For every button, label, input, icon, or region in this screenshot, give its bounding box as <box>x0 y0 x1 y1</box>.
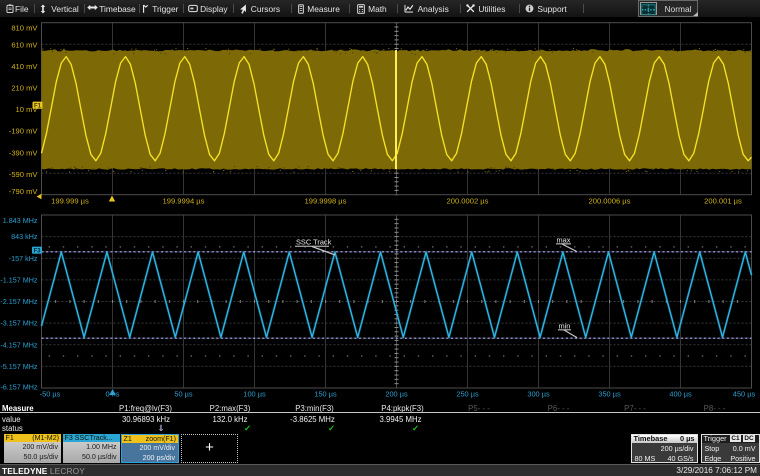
svg-text:-50 µs: -50 µs <box>40 389 61 398</box>
svg-text:-4.157 MHz: -4.157 MHz <box>0 340 38 349</box>
svg-text:-6.157 MHz: -6.157 MHz <box>0 383 38 392</box>
svg-text:350 µs: 350 µs <box>598 389 621 398</box>
svg-text:100 µs: 100 µs <box>243 389 266 398</box>
svg-text:199.9994 µs: 199.9994 µs <box>163 196 205 205</box>
svg-text:-157 kHz: -157 kHz <box>9 254 38 263</box>
svg-text:-5.157 MHz: -5.157 MHz <box>0 362 38 371</box>
svg-text:-1.157 MHz: -1.157 MHz <box>0 276 38 285</box>
svg-text:SSC Track: SSC Track <box>296 237 332 246</box>
svg-text:610 mV: 610 mV <box>11 41 38 50</box>
svg-text:F1: F1 <box>34 103 42 109</box>
svg-text:200.0006 µs: 200.0006 µs <box>589 196 631 205</box>
svg-text:200 µs: 200 µs <box>385 389 408 398</box>
svg-text:min: min <box>559 321 571 330</box>
svg-text:1.843 MHz: 1.843 MHz <box>3 216 38 225</box>
svg-text:843 kHz: 843 kHz <box>11 232 38 241</box>
svg-text:199.9998 µs: 199.9998 µs <box>305 196 347 205</box>
svg-text:199.999 µs: 199.999 µs <box>51 196 89 205</box>
svg-text:-2.157 MHz: -2.157 MHz <box>0 297 38 306</box>
svg-text:max: max <box>557 235 571 244</box>
svg-text:-190 mV: -190 mV <box>9 127 39 136</box>
svg-text:300 µs: 300 µs <box>527 389 550 398</box>
svg-text:F3: F3 <box>33 248 41 254</box>
svg-text:250 µs: 250 µs <box>456 389 479 398</box>
svg-text:200.001 µs: 200.001 µs <box>704 196 742 205</box>
svg-text:-590 mV: -590 mV <box>9 170 39 179</box>
svg-text:400 µs: 400 µs <box>669 389 692 398</box>
svg-text:-3.157 MHz: -3.157 MHz <box>0 319 38 328</box>
svg-text:-390 mV: -390 mV <box>9 148 39 157</box>
svg-text:50 µs: 50 µs <box>174 389 193 398</box>
svg-text:210 mV: 210 mV <box>11 84 38 93</box>
svg-text:450 µs: 450 µs <box>733 389 756 398</box>
svg-text:410 mV: 410 mV <box>11 62 38 71</box>
svg-text:200.0002 µs: 200.0002 µs <box>447 196 489 205</box>
svg-text:150 µs: 150 µs <box>314 389 337 398</box>
svg-text:-790 mV: -790 mV <box>9 187 39 196</box>
svg-text:810 mV: 810 mV <box>11 24 38 33</box>
